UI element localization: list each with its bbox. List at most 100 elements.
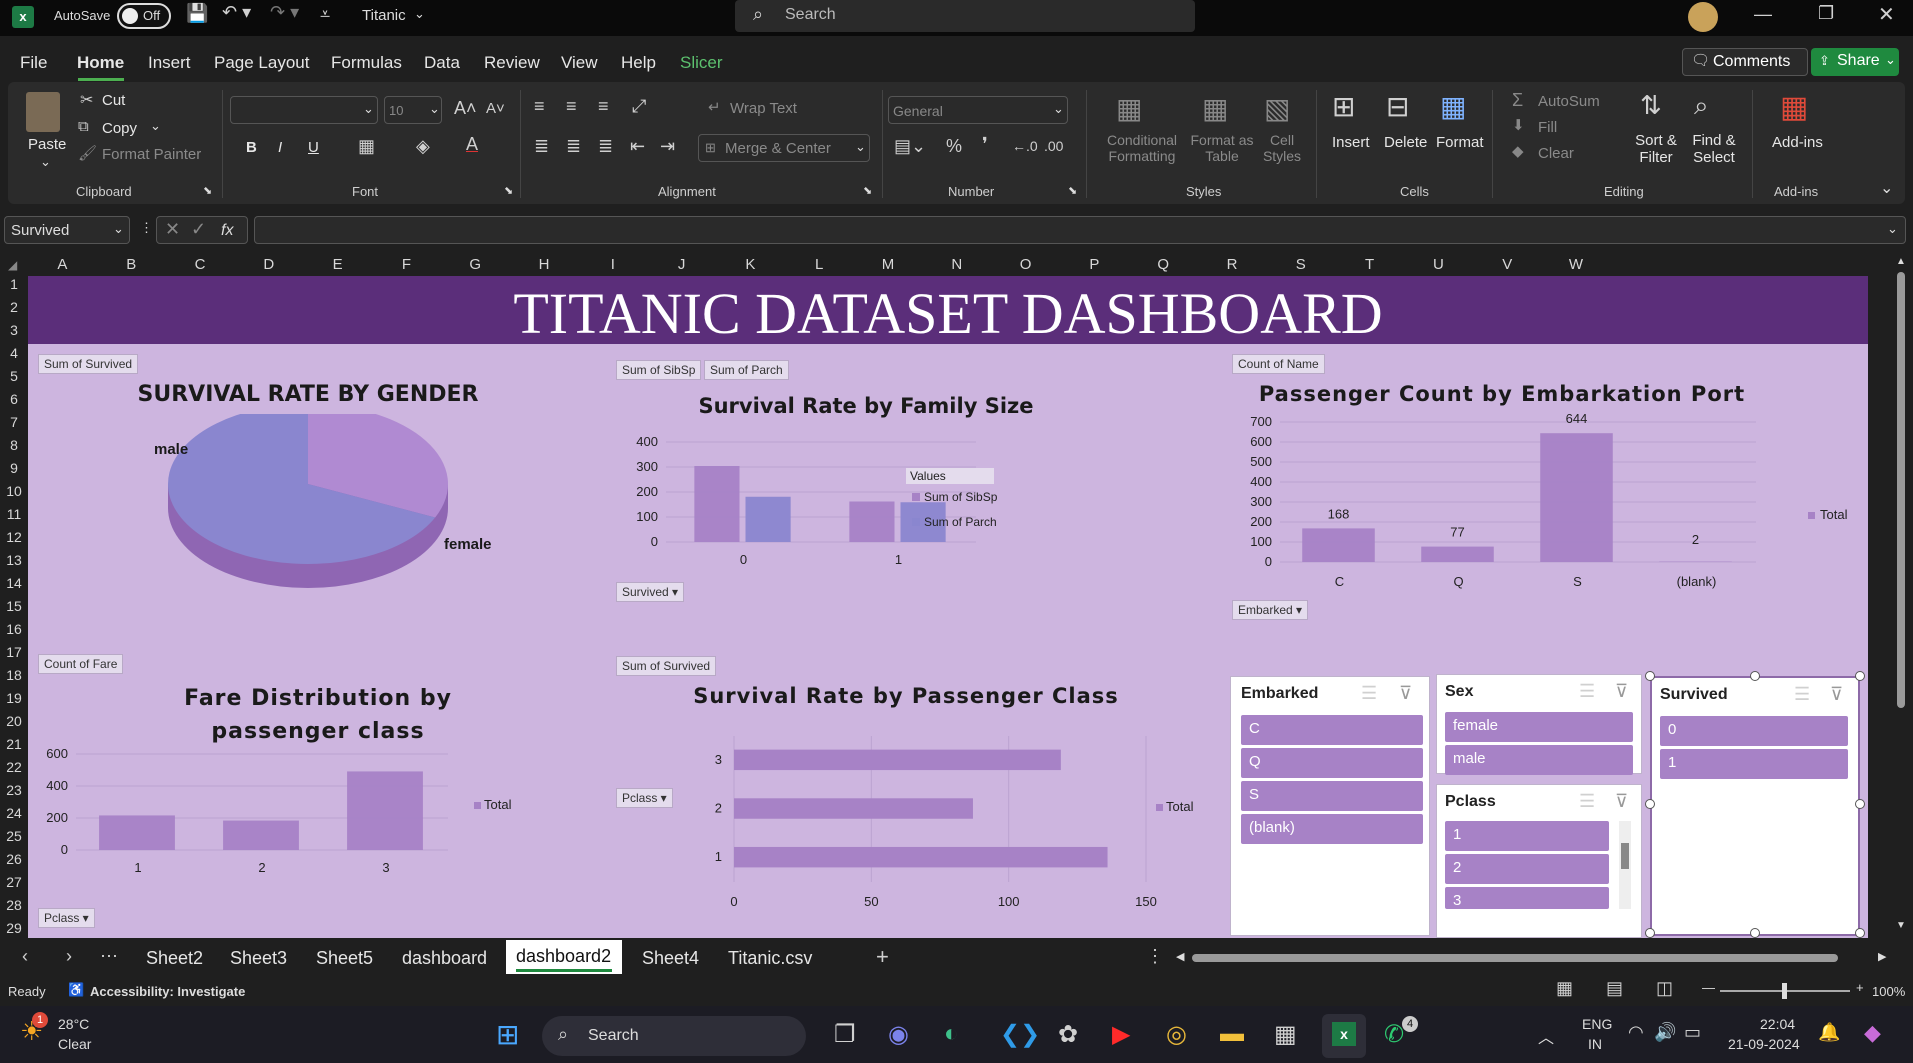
scroll-left-icon[interactable]: ◀ bbox=[1176, 950, 1184, 963]
selection-handle[interactable] bbox=[1645, 671, 1655, 681]
zoom-out-icon[interactable]: — bbox=[1702, 980, 1715, 995]
clock-time[interactable]: 22:04 bbox=[1760, 1016, 1795, 1032]
tab-sheet2[interactable]: Sheet2 bbox=[146, 948, 203, 969]
clock-date[interactable]: 21-09-2024 bbox=[1728, 1036, 1800, 1052]
menu-insert[interactable]: Insert bbox=[148, 53, 191, 73]
clear-button[interactable]: Clear bbox=[1538, 145, 1574, 162]
column-header[interactable]: S bbox=[1266, 256, 1335, 273]
slicer-embarked[interactable]: Embarked ☰ ⊽ C Q S (blank) bbox=[1230, 676, 1430, 936]
field-button-count-name[interactable]: Count of Name bbox=[1232, 354, 1325, 374]
store-icon[interactable]: ▦ bbox=[1274, 1020, 1297, 1049]
delete-cells-button[interactable]: Delete bbox=[1384, 134, 1427, 151]
axis-button-embarked[interactable]: Embarked ▾ bbox=[1232, 600, 1309, 620]
multi-select-icon[interactable]: ☰ bbox=[1794, 684, 1810, 705]
row-header[interactable]: 5 bbox=[0, 368, 28, 384]
teams-icon[interactable]: ◉ bbox=[888, 1020, 909, 1049]
column-header[interactable]: K bbox=[716, 256, 785, 273]
row-header[interactable]: 19 bbox=[0, 690, 28, 706]
expand-formula-icon[interactable]: ⌄ bbox=[1887, 221, 1898, 237]
row-header[interactable]: 6 bbox=[0, 391, 28, 407]
menu-help[interactable]: Help bbox=[621, 53, 656, 73]
row-header[interactable]: 8 bbox=[0, 437, 28, 453]
fill-color-icon[interactable]: ◈ bbox=[416, 136, 430, 157]
bottom-align-icon[interactable]: ≡ bbox=[598, 96, 609, 117]
row-header[interactable]: 11 bbox=[0, 506, 28, 522]
clear-filter-icon[interactable]: ⊽ bbox=[1615, 791, 1628, 812]
tray-chevron-icon[interactable]: ︿ bbox=[1538, 1024, 1554, 1048]
row-header[interactable]: 25 bbox=[0, 828, 28, 844]
chart-gender-pie[interactable]: Sum of Survived SURVIVAL RATE BY GENDER … bbox=[28, 354, 588, 590]
row-header[interactable]: 15 bbox=[0, 598, 28, 614]
slicer-item[interactable]: S bbox=[1241, 781, 1423, 811]
slicer-item[interactable]: 1 bbox=[1445, 821, 1609, 851]
autosave-toggle[interactable]: Off bbox=[117, 3, 171, 29]
file-name-chevron-icon[interactable]: ⌄ bbox=[414, 6, 425, 22]
format-painter-button[interactable]: Format Painter bbox=[102, 146, 201, 163]
clear-filter-icon[interactable]: ⊽ bbox=[1615, 681, 1628, 702]
column-header[interactable]: R bbox=[1198, 256, 1267, 273]
task-view-icon[interactable]: ❐ bbox=[834, 1020, 856, 1049]
row-header[interactable]: 28 bbox=[0, 897, 28, 913]
row-header[interactable]: 4 bbox=[0, 345, 28, 361]
tab-next-icon[interactable]: › bbox=[66, 946, 72, 967]
scroll-right-icon[interactable]: ▶ bbox=[1878, 950, 1886, 963]
undo-icon[interactable]: ↶ ▾ bbox=[222, 2, 251, 23]
field-button-count-fare[interactable]: Count of Fare bbox=[38, 654, 124, 674]
align-center-icon[interactable]: ≣ bbox=[566, 136, 581, 157]
column-header[interactable]: H bbox=[510, 256, 579, 273]
menu-home[interactable]: Home bbox=[77, 53, 124, 73]
row-header[interactable]: 21 bbox=[0, 736, 28, 752]
cancel-icon[interactable]: ✕ bbox=[165, 219, 180, 240]
chart-family-size[interactable]: Sum of SibSp Sum of Parch Survival Rate … bbox=[616, 360, 1206, 604]
notification-bell-icon[interactable]: 🔔 bbox=[1818, 1022, 1840, 1043]
field-button-sum-survived-2[interactable]: Sum of Survived bbox=[616, 656, 717, 676]
column-header[interactable]: J bbox=[647, 256, 716, 273]
page-break-icon[interactable]: ◫ bbox=[1656, 978, 1673, 999]
font-launcher-icon[interactable]: ⬊ bbox=[504, 184, 513, 197]
horizontal-scrollbar[interactable]: ◀ ▶ bbox=[1176, 950, 1892, 966]
tab-dashboard2[interactable]: dashboard2 bbox=[506, 940, 622, 974]
chart-fare-distribution[interactable]: Count of Fare Fare Distribution by passe… bbox=[28, 654, 608, 938]
increase-indent-icon[interactable]: ⇥ bbox=[660, 136, 675, 157]
row-header[interactable]: 12 bbox=[0, 529, 28, 545]
multi-select-icon[interactable]: ☰ bbox=[1579, 681, 1595, 702]
menu-data[interactable]: Data bbox=[424, 53, 460, 73]
row-header[interactable]: 18 bbox=[0, 667, 28, 683]
comments-button[interactable]: 🗨 Comments bbox=[1682, 48, 1808, 76]
find-select-button[interactable]: Find & Select bbox=[1686, 132, 1742, 166]
lang-eng[interactable]: ENG bbox=[1582, 1016, 1612, 1032]
menu-page-layout[interactable]: Page Layout bbox=[214, 53, 309, 73]
decrease-decimal-icon[interactable]: .00 bbox=[1044, 138, 1063, 154]
more-sheets-icon[interactable]: ⋯ bbox=[100, 946, 118, 967]
cut-button[interactable]: Cut bbox=[102, 92, 125, 109]
selection-handle[interactable] bbox=[1855, 799, 1865, 809]
merge-center-button[interactable]: ⊞ Merge & Center ⌄ bbox=[698, 134, 870, 162]
taskbar-search[interactable]: ⌕ Search bbox=[542, 1016, 806, 1056]
row-header[interactable]: 3 bbox=[0, 322, 28, 338]
column-header[interactable]: O bbox=[991, 256, 1060, 273]
slicer-scrollbar[interactable] bbox=[1619, 821, 1631, 909]
column-header[interactable]: A bbox=[28, 256, 97, 273]
axis-button-pclass[interactable]: Pclass ▾ bbox=[38, 908, 95, 928]
axis-button-survived[interactable]: Survived ▾ bbox=[616, 582, 685, 602]
top-align-icon[interactable]: ≡ bbox=[534, 96, 545, 117]
paste-chevron-icon[interactable]: ⌄ bbox=[40, 154, 51, 170]
battery-icon[interactable]: ▭ bbox=[1684, 1022, 1701, 1043]
row-header[interactable]: 13 bbox=[0, 552, 28, 568]
tab-sheet3[interactable]: Sheet3 bbox=[230, 948, 287, 969]
font-name-select[interactable]: ⌄ bbox=[230, 96, 378, 124]
autosum-button[interactable]: AutoSum bbox=[1538, 93, 1600, 110]
row-header[interactable]: 17 bbox=[0, 644, 28, 660]
sort-filter-button[interactable]: Sort & Filter bbox=[1630, 132, 1682, 166]
copy-button[interactable]: Copy bbox=[102, 120, 137, 137]
column-header[interactable]: Q bbox=[1129, 256, 1198, 273]
font-size-select[interactable]: 10 ⌄ bbox=[384, 96, 442, 124]
zoom-level[interactable]: 100% bbox=[1872, 984, 1905, 999]
selection-handle[interactable] bbox=[1750, 671, 1760, 681]
column-header[interactable]: B bbox=[97, 256, 166, 273]
tab-sheet5[interactable]: Sheet5 bbox=[316, 948, 373, 969]
decrease-indent-icon[interactable]: ⇤ bbox=[630, 136, 645, 157]
redo-icon[interactable]: ↷ ▾ bbox=[270, 2, 299, 23]
vscode-icon[interactable]: ❮❯ bbox=[1000, 1020, 1040, 1049]
file-name[interactable]: Titanic bbox=[362, 7, 406, 24]
